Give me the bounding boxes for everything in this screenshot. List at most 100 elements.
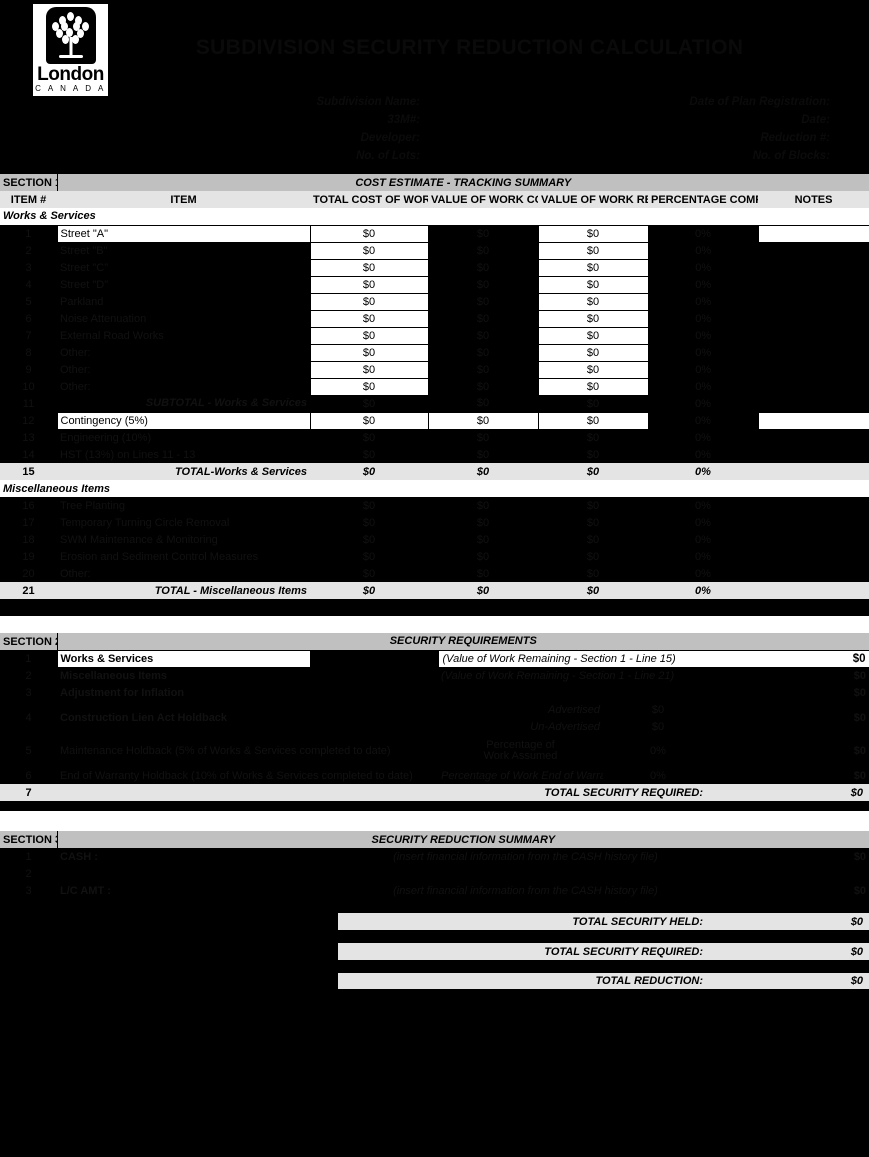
row-item-name[interactable]: Other:: [57, 361, 310, 378]
row-value-completed[interactable]: $0: [428, 259, 538, 276]
security-row-maintenance-holdback[interactable]: 5 Maintenance Holdback (5% of Works & Se…: [0, 735, 869, 767]
row-item-name[interactable]: Street "D": [57, 276, 310, 293]
table-row[interactable]: 9 Other: $0 $0 $0 0%: [0, 360, 869, 379]
row-value-completed[interactable]: $0: [428, 497, 538, 514]
table-row[interactable]: 13 Engineering (10%) $0 $0 $0 0%: [0, 429, 869, 446]
security-row-end-of-warranty-holdback[interactable]: 6 End of Warranty Holdback (10% of Works…: [0, 767, 869, 784]
row-item-name[interactable]: Erosion and Sediment Control Measures: [57, 548, 310, 565]
row-label[interactable]: Miscellaneous Items: [57, 667, 310, 684]
row-total-cost[interactable]: $0: [310, 446, 428, 463]
row-value-completed[interactable]: $0: [428, 344, 538, 361]
row-item-name[interactable]: Street "B": [57, 242, 310, 259]
table-row[interactable]: 4 Street "D" $0 $0 $0 0%: [0, 275, 869, 294]
row-item-name[interactable]: Temporary Turning Circle Removal: [57, 514, 310, 531]
row-total-cost[interactable]: $0: [309, 258, 429, 277]
table-row[interactable]: 8 Other: $0 $0 $0 0%: [0, 343, 869, 362]
row-item-name[interactable]: SWM Maintenance & Monitoring: [57, 531, 310, 548]
row-notes[interactable]: [758, 327, 869, 344]
row-item-name[interactable]: Noise Attenuation: [57, 310, 310, 327]
row-notes[interactable]: [758, 514, 869, 531]
row-label[interactable]: End of Warranty Holdback (10% of Works &…: [57, 767, 438, 784]
row-total-cost[interactable]: $0: [309, 241, 429, 260]
row-notes[interactable]: [758, 242, 869, 259]
subvalue-percentage-end-of-warranty[interactable]: 0%: [603, 767, 713, 784]
row-value-completed[interactable]: $0: [428, 446, 538, 463]
security-row-construction-lien-holdback[interactable]: 4 Construction Lien Act Holdback Adverti…: [0, 701, 869, 735]
subvalue-percentage-assumed[interactable]: 0%: [603, 735, 713, 767]
reduction-row-cash[interactable]: 1 CASH : (insert financial information f…: [0, 848, 869, 865]
table-row[interactable]: 20 Other: $0 $0 $0 0%: [0, 565, 869, 582]
row-total-cost[interactable]: $0: [310, 531, 428, 548]
table-row[interactable]: 7 External Road Works $0 $0 $0 0%: [0, 326, 869, 345]
row-value-completed[interactable]: $0: [428, 429, 538, 446]
table-row[interactable]: 10 Other: $0 $0 $0 0%: [0, 377, 869, 396]
security-row-works-services[interactable]: 1 Works & Services (Value of Work Remain…: [0, 649, 869, 668]
row-notes[interactable]: [758, 548, 869, 565]
row-notes[interactable]: [758, 378, 869, 395]
row-item-name[interactable]: Tree Planting: [57, 497, 310, 514]
row-label[interactable]: CASH :: [57, 848, 310, 865]
table-row[interactable]: 14 HST (13%) on Lines 11 - 13 $0 $0 $0 0%: [0, 446, 869, 463]
row-item-name[interactable]: Street "C": [57, 259, 310, 276]
row-total-cost[interactable]: $0: [309, 411, 429, 430]
row-total-cost[interactable]: $0: [309, 275, 429, 294]
row-notes[interactable]: [758, 565, 869, 582]
security-row-adjustment-for-inflation[interactable]: 3 Adjustment for Inflation $0: [0, 684, 869, 701]
row-item-name[interactable]: Street "A": [56, 224, 311, 243]
row-notes[interactable]: [758, 361, 869, 378]
row-notes[interactable]: [758, 276, 869, 293]
reduction-row-lc-amount[interactable]: 3 L/C AMT : (insert financial informatio…: [0, 882, 869, 899]
row-label[interactable]: L/C AMT :: [57, 882, 310, 899]
row-total-cost[interactable]: $0: [310, 514, 428, 531]
row-item-name[interactable]: Contingency (5%): [56, 411, 311, 430]
row-notes[interactable]: [758, 446, 869, 463]
table-row[interactable]: 6 Noise Attenuation $0 $0 $0 0%: [0, 309, 869, 328]
row-item-name[interactable]: External Road Works: [57, 327, 310, 344]
row-label[interactable]: Works & Services: [56, 649, 311, 668]
row-value-completed[interactable]: $0: [428, 310, 538, 327]
row-total-cost[interactable]: $0: [309, 343, 429, 362]
row-total-cost[interactable]: $0: [309, 377, 429, 396]
row-total-cost[interactable]: $0: [309, 360, 429, 379]
row-total-cost[interactable]: $0: [309, 309, 429, 328]
row-notes[interactable]: [758, 293, 869, 310]
row-total-cost[interactable]: $0: [309, 326, 429, 345]
row-notes[interactable]: [758, 310, 869, 327]
table-row[interactable]: 19 Erosion and Sediment Control Measures $…: [0, 548, 869, 565]
table-row[interactable]: 16 Tree Planting $0 $0 $0 0%: [0, 497, 869, 514]
row-notes[interactable]: [758, 259, 869, 276]
table-row[interactable]: 3 Street "C" $0 $0 $0 0%: [0, 258, 869, 277]
subvalue-advertised[interactable]: $0: [603, 701, 713, 718]
table-row[interactable]: 1 Street "A" $0 $0 $0 0%: [0, 224, 869, 243]
security-row-miscellaneous-items[interactable]: 2 Miscellaneous Items (Value of Work Rem…: [0, 667, 869, 684]
table-row[interactable]: 18 SWM Maintenance & Monitoring $0 $0 $0 0%: [0, 531, 869, 548]
row-value-completed[interactable]: $0: [428, 514, 538, 531]
row-value-completed[interactable]: $0: [428, 531, 538, 548]
row-value-completed[interactable]: $0: [428, 276, 538, 293]
row-value-completed[interactable]: $0: [428, 293, 538, 310]
row-item-name[interactable]: Other:: [57, 565, 310, 582]
row-value-completed[interactable]: $0: [428, 378, 538, 395]
row-value-completed[interactable]: $0: [428, 548, 538, 565]
row-notes[interactable]: [758, 531, 869, 548]
row-notes[interactable]: [758, 344, 869, 361]
row-item-name[interactable]: Engineering (10%): [57, 429, 310, 446]
row-item-name[interactable]: Other:: [57, 378, 310, 395]
row-total-cost[interactable]: $0: [310, 565, 428, 582]
row-total-cost[interactable]: $0: [309, 292, 429, 311]
row-notes[interactable]: [758, 497, 869, 514]
table-row[interactable]: 17 Temporary Turning Circle Removal $0 $0 $0…: [0, 514, 869, 531]
table-row[interactable]: 5 Parkland $0 $0 $0 0%: [0, 292, 869, 311]
row-total-cost[interactable]: $0: [310, 548, 428, 565]
row-notes[interactable]: [757, 224, 869, 243]
row-total-cost[interactable]: $0: [310, 497, 428, 514]
row-value-completed[interactable]: $0: [428, 225, 538, 242]
row-total-cost[interactable]: $0: [310, 429, 428, 446]
row-notes[interactable]: [757, 411, 869, 430]
row-value-completed[interactable]: $0: [428, 361, 538, 378]
row-label[interactable]: Adjustment for Inflation: [57, 684, 310, 701]
row-value-completed[interactable]: $0: [428, 327, 538, 344]
subvalue-un-advertised[interactable]: $0: [603, 718, 713, 735]
row-value-completed[interactable]: $0: [428, 242, 538, 259]
row-total-cost[interactable]: $0: [309, 224, 429, 243]
